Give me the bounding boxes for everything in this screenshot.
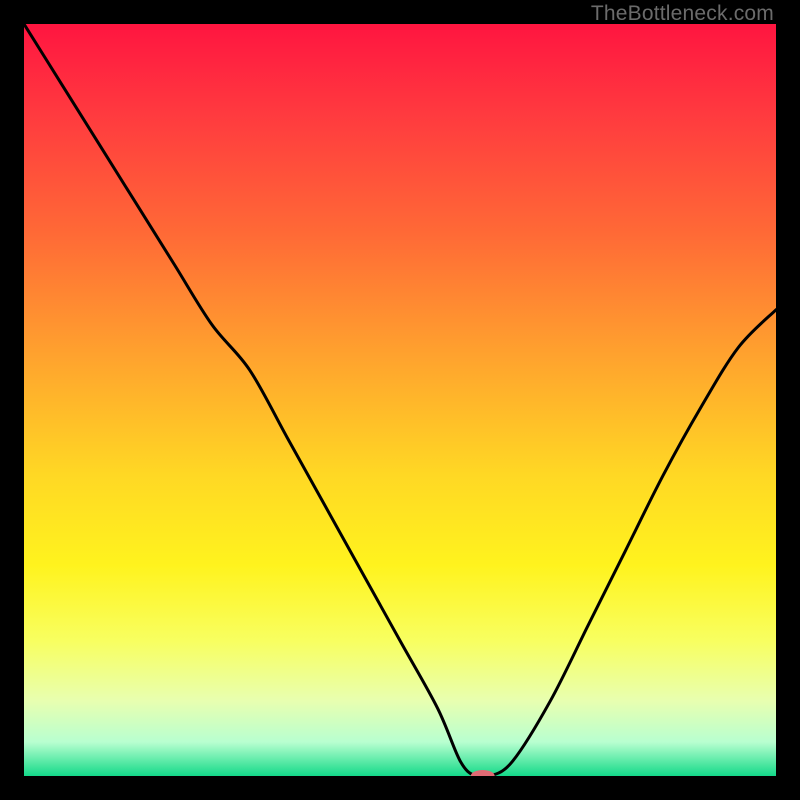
gradient-background	[24, 24, 776, 776]
chart-frame	[24, 24, 776, 776]
watermark-text: TheBottleneck.com	[591, 2, 774, 26]
bottleneck-chart	[24, 24, 776, 776]
